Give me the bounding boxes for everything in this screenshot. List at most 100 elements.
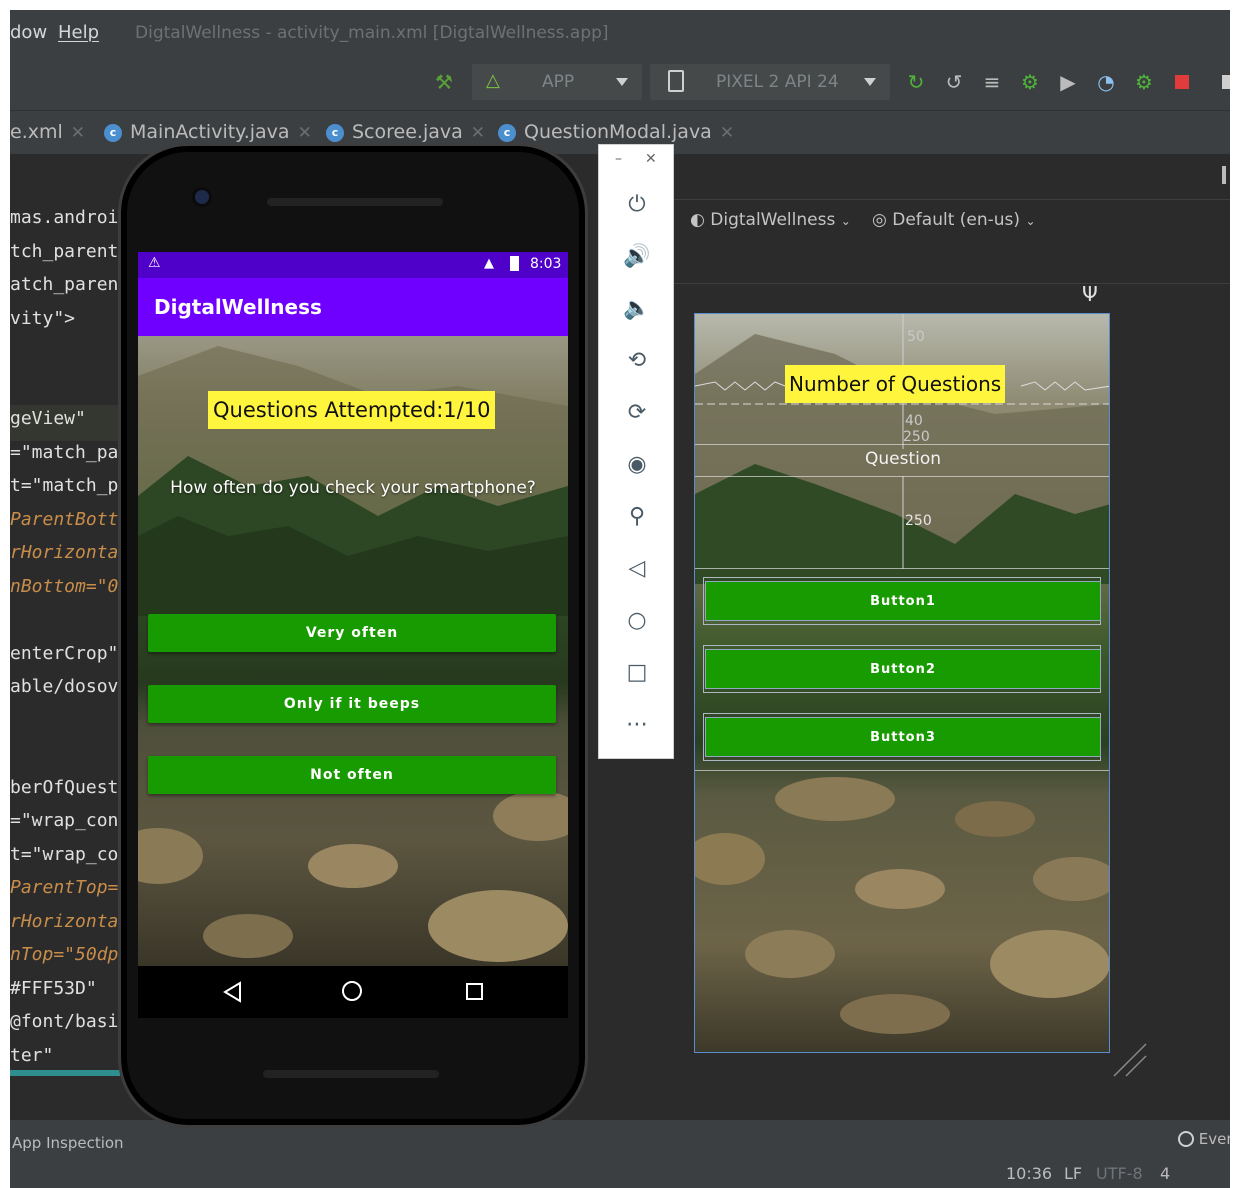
close-icon[interactable]: ✕ [71, 123, 85, 143]
event-log-label: Ever [1198, 1130, 1230, 1148]
attach-debugger-icon[interactable]: ▶ [1056, 70, 1080, 94]
margin-label: 250 [905, 513, 932, 529]
volume-down-icon[interactable]: 🔈 [623, 295, 651, 323]
quiz-content: Questions Attempted:1/10 How often do yo… [138, 336, 568, 966]
build-hammer-icon[interactable]: ⚒ [432, 70, 456, 94]
preview-question-textview[interactable]: Question [695, 449, 1109, 469]
preview-title-textview[interactable]: Number of Questions [785, 365, 1006, 403]
run-config-select[interactable]: △ APP [472, 64, 642, 100]
code-line: @font/basi [10, 1011, 119, 1032]
pin-icon[interactable]: Ψ [1082, 282, 1098, 306]
code-line: ParentTop= [10, 877, 119, 898]
indent-setting[interactable]: 4 spaces [1160, 1164, 1230, 1188]
code-line: able/dosov [10, 676, 119, 697]
guide-line [695, 770, 1109, 771]
code-line: ="match_pa [10, 442, 119, 463]
locale-label: Default (en-us) [892, 210, 1021, 230]
profile-gauge-icon[interactable]: ◔ [1094, 70, 1118, 94]
theme-select[interactable]: ◐ DigtalWellness ⌄ [690, 210, 851, 230]
more-tools-icon[interactable] [1214, 70, 1230, 94]
code-line: berOfQuest [10, 777, 119, 798]
chevron-down-icon [864, 78, 876, 86]
close-icon[interactable]: ✕ [471, 123, 485, 143]
overview-icon[interactable]: □ [623, 659, 651, 687]
close-icon[interactable]: ✕ [645, 151, 657, 167]
file-encoding[interactable]: UTF-8 [1096, 1164, 1143, 1183]
android-nav-bar [138, 966, 568, 1018]
code-line: t="wrap_co [10, 844, 119, 865]
device-label: PIXEL 2 API 24 [716, 72, 839, 92]
layout-preview[interactable]: 50 40 250 250 Number of Questions Questi… [694, 313, 1110, 1053]
tab-scoree[interactable]: c Scoree.java ✕ [326, 121, 485, 143]
question-text: How often do you check your smartphone? [170, 478, 536, 498]
scroll-indicator [10, 1070, 120, 1076]
close-icon[interactable]: ✕ [298, 123, 312, 143]
camera-icon[interactable]: ◉ [623, 451, 651, 479]
globe-icon: ◎ [872, 210, 887, 230]
code-line: tch_parent [10, 241, 119, 262]
design-tab-strip [670, 154, 1230, 200]
preview-button-2[interactable]: Button2 [705, 649, 1101, 689]
signal-icon: ▲ [484, 256, 494, 271]
profiler-list-icon[interactable]: ≡ [980, 70, 1004, 94]
android-icon: △ [486, 70, 500, 91]
code-line: rHorizonta [10, 911, 119, 932]
locale-select[interactable]: ◎ Default (en-us) ⌄ [872, 210, 1036, 230]
close-icon[interactable]: ✕ [720, 123, 734, 143]
preview-button-1[interactable]: Button1 [705, 581, 1101, 621]
code-line: ParentBott [10, 509, 119, 530]
status-clock: 8:03 [530, 256, 562, 272]
code-line: nBottom="0 [10, 576, 119, 597]
menu-help[interactable]: Help [58, 22, 99, 43]
device-select[interactable]: PIXEL 2 API 24 [650, 64, 890, 100]
java-class-icon: c [104, 124, 122, 142]
code-line: #FFF53D" [10, 978, 97, 999]
app-title: DigtalWellness [154, 295, 322, 319]
front-camera [195, 190, 209, 204]
apply-code-changes-icon[interactable]: ↺ [942, 70, 966, 94]
resize-handle-icon[interactable] [1110, 1040, 1150, 1080]
back-icon[interactable]: ◁ [623, 555, 651, 583]
tab-main-activity[interactable]: c MainActivity.java ✕ [104, 121, 312, 143]
code-editor[interactable]: mas.androi tch_parent atch_paren vity"> … [10, 155, 120, 1075]
guide-line [695, 568, 1109, 569]
attach-process-icon[interactable]: ⚙ [1132, 70, 1156, 94]
rotate-right-icon[interactable]: ⟳ [623, 399, 651, 427]
margin-label: 50 [907, 329, 925, 345]
apply-changes-icon[interactable]: ↻ [904, 70, 928, 94]
menu-window[interactable]: dow [10, 22, 47, 43]
volume-up-icon[interactable]: 🔊 [623, 243, 651, 271]
tab-question-modal[interactable]: c QuestionModal.java ✕ [498, 121, 734, 143]
tab-label: Scoree.java [352, 121, 463, 143]
power-icon[interactable]: ⏻ [623, 191, 651, 219]
attempted-counter: Questions Attempted:1/10 [208, 391, 496, 429]
preview-button-3[interactable]: Button3 [705, 717, 1101, 757]
answer-button-not-often[interactable]: Not often [148, 756, 556, 794]
line-separator[interactable]: LF [1064, 1164, 1082, 1183]
caret-position[interactable]: 10:36 [1006, 1164, 1052, 1183]
emulator-controls: – ✕ ⏻ 🔊 🔈 ⟲ ⟳ ◉ ⚲ ◁ ○ □ ⋯ [598, 144, 674, 759]
answer-button-very-often[interactable]: Very often [148, 614, 556, 652]
rotate-left-icon[interactable]: ⟲ [623, 347, 651, 375]
debug-bug-icon[interactable]: ⚙ [1018, 70, 1042, 94]
event-log-icon [1178, 1131, 1194, 1147]
event-log-tab[interactable]: Ever [1178, 1130, 1230, 1148]
android-status-bar: ⚠ ▲ 8:03 [138, 252, 568, 278]
main-toolbar: ⚒ △ APP PIXEL 2 API 24 ↻ ↺ ≡ ⚙ ▶ ◔ ⚙ [10, 56, 1230, 110]
minimize-icon[interactable]: – [615, 151, 622, 167]
zoom-icon[interactable]: ⚲ [623, 503, 651, 531]
app-inspection-tab[interactable]: App Inspection [12, 1134, 124, 1152]
nav-home-icon[interactable] [342, 981, 362, 1001]
panel-options-icon[interactable] [1222, 166, 1226, 184]
nav-recents-icon[interactable] [466, 983, 483, 1000]
answer-button-only-if-beeps[interactable]: Only if it beeps [148, 685, 556, 723]
margin-label: 40 [905, 413, 923, 429]
home-icon[interactable]: ○ [623, 607, 651, 635]
design-toolbar: ◐ DigtalWellness ⌄ ◎ Default (en-us) ⌄ [670, 200, 1230, 244]
chevron-down-icon [616, 78, 628, 86]
more-icon[interactable]: ⋯ [623, 711, 651, 739]
stop-icon[interactable] [1170, 70, 1194, 94]
code-line: mas.androi [10, 207, 119, 228]
nav-back-icon[interactable] [222, 981, 244, 1003]
tab-activity-xml[interactable]: e.xml ✕ [10, 121, 85, 143]
